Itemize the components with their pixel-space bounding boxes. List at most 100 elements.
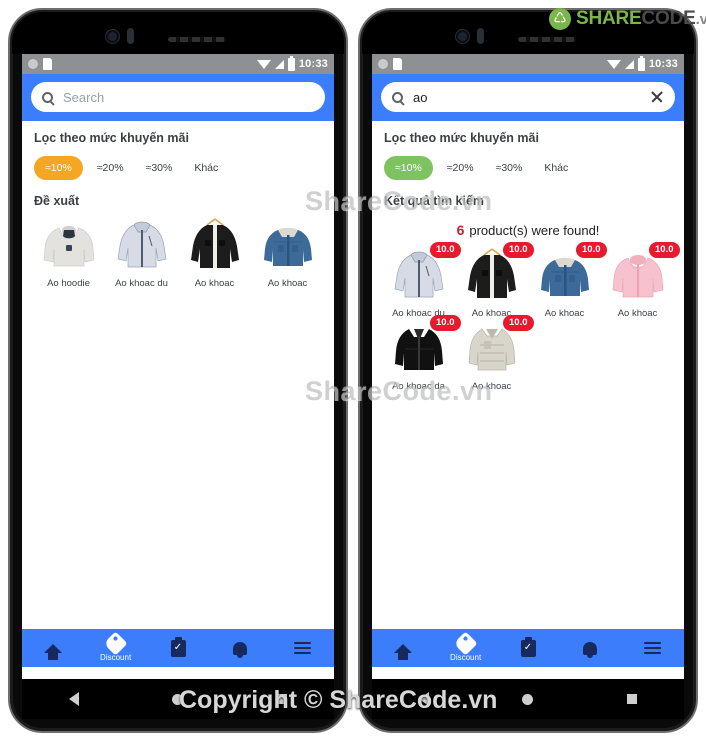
battery-icon: [287, 55, 295, 71]
logo-text-code: CODE: [641, 8, 696, 29]
earpiece-speaker: [168, 37, 226, 42]
chip-discount-10-right[interactable]: ≈10%: [384, 156, 433, 180]
bottom-nav-right: Discount: [372, 629, 684, 667]
logo-text-share: SHARE: [576, 8, 642, 29]
logo-text-vn: .vn: [695, 11, 706, 28]
nav-item-orders[interactable]: [497, 629, 559, 667]
product-card[interactable]: 10.0 Ao khoac: [528, 242, 607, 319]
clear-search-icon[interactable]: [650, 90, 664, 104]
search-placeholder-left: Search: [63, 89, 105, 105]
chip-discount-30-right[interactable]: ≈30%: [488, 156, 531, 180]
home-circle-icon[interactable]: [172, 693, 184, 705]
product-card[interactable]: 10.0 Ao khoac: [455, 315, 534, 392]
product-name: Ao khoac da: [392, 381, 445, 392]
sharecode-logo-icon: [549, 8, 571, 30]
discount-filter-chips-right: ≈10% ≈20% ≈30% Khác: [382, 145, 674, 180]
nav-item-notifications[interactable]: [209, 629, 271, 667]
sharecode-logo: SHARECODE.vn: [549, 8, 706, 30]
product-name: Ao khoac: [617, 308, 658, 319]
product-grid-left: Ao hoodie Ao khoac du Ao khoac Ao khoac: [32, 208, 324, 289]
screenshot-root: 10:33 Search Lọc theo mức khuyến mãi ≈10…: [0, 0, 706, 741]
bottom-nav-left: Discount: [22, 629, 334, 667]
nav-item-menu[interactable]: [622, 629, 684, 667]
nav-item-notifications[interactable]: [559, 629, 621, 667]
sim-card-icon: [43, 58, 52, 70]
screen-content-right: Lọc theo mức khuyến mãi ≈10% ≈20% ≈30% K…: [372, 121, 684, 667]
status-dot-icon: [378, 59, 388, 69]
clipboard-check-icon: [170, 636, 186, 657]
nav-item-menu[interactable]: [272, 629, 334, 667]
product-name: Ao hoodie: [47, 278, 90, 289]
search-bar-right: ao: [372, 74, 684, 121]
search-icon: [392, 91, 403, 103]
nav-item-home[interactable]: [372, 629, 434, 667]
product-thumb-wrap: 10.0: [606, 242, 680, 304]
chip-discount-10-left[interactable]: ≈10%: [34, 156, 83, 180]
android-nav-bar-left: [22, 679, 334, 719]
sensor-icon: [477, 28, 484, 44]
phone-screen-left: 10:33 Search Lọc theo mức khuyến mãi ≈10…: [22, 54, 334, 679]
product-thumb-wrap: [110, 216, 174, 274]
nav-item-discount[interactable]: Discount: [84, 629, 146, 667]
chip-discount-30-left[interactable]: ≈30%: [138, 156, 181, 180]
recents-square-icon[interactable]: [627, 694, 638, 704]
product-name: Ao khoac: [194, 278, 235, 289]
nav-item-discount[interactable]: Discount: [434, 629, 496, 667]
status-bar-right: 10:33: [372, 54, 684, 74]
search-value-right: ao: [413, 89, 428, 105]
product-thumb-wrap: [256, 216, 320, 274]
product-card[interactable]: Ao khoac du: [105, 216, 178, 289]
product-card[interactable]: 10.0 Ao khoac: [601, 242, 680, 319]
discount-filter-chips-left: ≈10% ≈20% ≈30% Khác: [32, 145, 324, 180]
chip-discount-20-right[interactable]: ≈20%: [439, 156, 482, 180]
home-icon: [44, 643, 63, 660]
product-card[interactable]: Ao khoac: [178, 216, 251, 289]
signal-icon: [624, 59, 634, 69]
chip-discount-other-left[interactable]: Khác: [186, 156, 226, 180]
wifi-icon: [606, 59, 621, 69]
discount-badge: 10.0: [503, 315, 534, 331]
bell-icon: [583, 641, 598, 658]
nav-item-orders[interactable]: [147, 629, 209, 667]
product-card[interactable]: 10.0 Ao khoac: [455, 242, 534, 319]
signal-icon: [274, 59, 284, 69]
back-triangle-icon[interactable]: [418, 692, 429, 706]
product-image-hoodie-gray: [43, 226, 94, 267]
clipboard-check-icon: [520, 636, 536, 657]
results-count-line: 6 product(s) were found!: [382, 208, 674, 238]
chip-discount-other-right[interactable]: Khác: [536, 156, 576, 180]
filter-title-left: Lọc theo mức khuyến mãi: [34, 131, 189, 145]
search-input-right[interactable]: ao: [381, 82, 675, 112]
results-count-text: product(s) were found!: [469, 223, 600, 238]
sensor-icon: [127, 28, 134, 44]
product-thumb-wrap: 10.0: [460, 315, 534, 377]
phone-bezel-top-left: [12, 12, 344, 54]
discount-tag-icon: [103, 630, 128, 656]
product-grid-right: 10.0 Ao khoac du 10.0 Ao khoac 10.0 Ao k…: [382, 238, 680, 392]
phone-screen-right: 10:33 ao Lọc theo mức khuyến mãi ≈10% ≈2…: [372, 54, 684, 679]
back-triangle-icon[interactable]: [68, 692, 79, 706]
search-icon: [42, 91, 53, 103]
bell-icon: [233, 641, 248, 658]
product-card[interactable]: 10.0 Ao khoac du: [382, 242, 461, 319]
sim-card-icon: [393, 58, 402, 70]
product-card[interactable]: Ao khoac: [251, 216, 324, 289]
search-bar-left: Search: [22, 74, 334, 121]
search-input-left[interactable]: Search: [31, 82, 325, 112]
product-image-denim-sherpa: [263, 227, 312, 266]
product-name: Ao khoac: [544, 308, 585, 319]
product-name: Ao khoac: [267, 278, 308, 289]
home-icon: [394, 643, 413, 660]
product-card[interactable]: Ao hoodie: [32, 216, 105, 289]
chip-discount-20-left[interactable]: ≈20%: [89, 156, 132, 180]
status-bar-time: 10:33: [298, 58, 328, 70]
home-circle-icon[interactable]: [522, 693, 534, 705]
product-thumb-wrap: 10.0: [387, 315, 461, 377]
battery-icon: [637, 55, 645, 71]
recents-square-icon[interactable]: [277, 694, 288, 704]
nav-item-home[interactable]: [22, 629, 84, 667]
screen-content-left: Lọc theo mức khuyến mãi ≈10% ≈20% ≈30% K…: [22, 121, 334, 667]
product-card[interactable]: 10.0 Ao khoac da: [382, 315, 461, 392]
product-thumb-wrap: 10.0: [460, 242, 534, 304]
hamburger-menu-icon: [294, 642, 312, 654]
